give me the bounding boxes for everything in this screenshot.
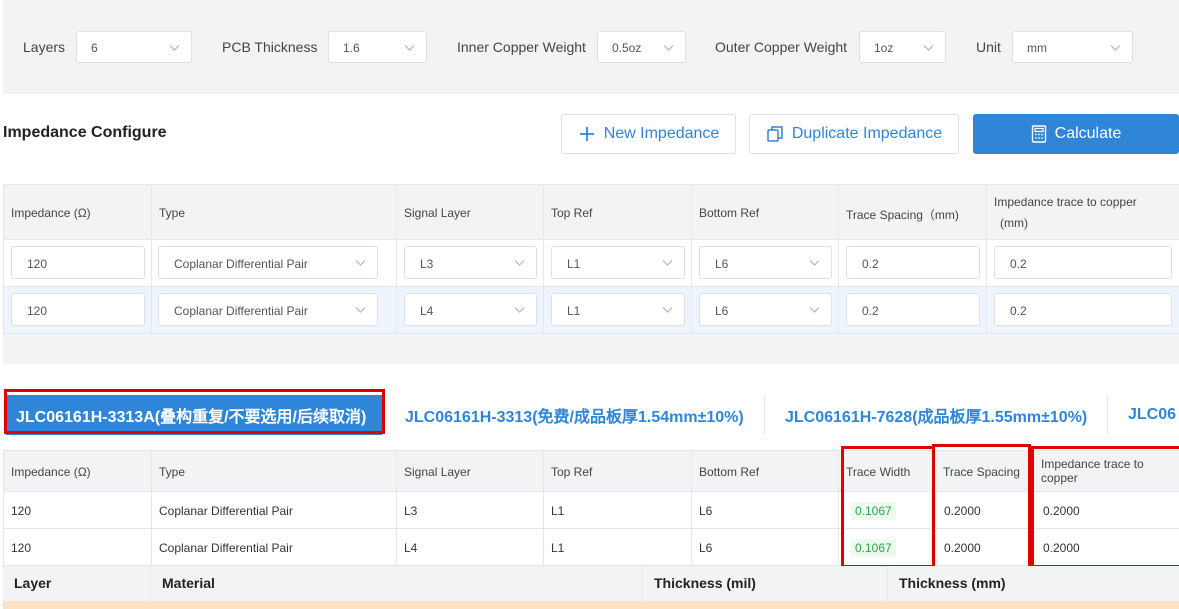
tab-stackup-7628[interactable]: JLC06161H-7628(成品板厚1.55mm±10%) <box>785 395 1103 435</box>
col-type: Type <box>159 465 186 479</box>
chevron-down-icon <box>354 256 367 269</box>
col-material: Material <box>162 575 215 591</box>
impedance-input[interactable]: 120 <box>11 293 145 326</box>
top-ref-select[interactable]: L1 <box>551 246 685 279</box>
board-parameters-bar: Layers 6 PCB Thickness 1.6 Inner Copper … <box>3 0 1179 94</box>
layers-label: Layers <box>23 39 66 55</box>
inner-copper-label: Inner Copper Weight <box>457 39 586 55</box>
calculator-icon <box>1031 125 1047 143</box>
trace-spacing-input[interactable]: 0.2 <box>846 293 980 326</box>
chevron-down-icon <box>662 41 675 54</box>
col-type: Type <box>159 206 186 220</box>
config-row: 120 Coplanar Differential Pair L4 L1 L6 … <box>3 287 1179 334</box>
col-layer: Layer <box>14 575 52 591</box>
section-divider <box>3 334 1179 364</box>
chevron-down-icon <box>403 41 416 54</box>
tab-divider <box>1107 395 1108 435</box>
signal-layer-select[interactable]: L4 <box>404 293 537 326</box>
duplicate-impedance-button[interactable]: Duplicate Impedance <box>749 114 959 154</box>
highlight-box <box>1031 446 1179 568</box>
col-top-ref: Top Ref <box>551 465 593 479</box>
unit-select[interactable]: mm <box>1012 31 1133 63</box>
col-signal-layer: Signal Layer <box>404 206 471 220</box>
impedance-input[interactable]: 120 <box>11 246 145 279</box>
unit-label: Unit <box>976 39 1001 55</box>
tab-divider <box>764 395 765 435</box>
calculate-button[interactable]: Calculate <box>973 114 1179 154</box>
config-table-header: Impedance (Ω) Type Signal Layer Top Ref … <box>3 184 1179 240</box>
col-impedance: Impedance (Ω) <box>11 206 91 220</box>
highlight-box <box>841 446 935 568</box>
type-select[interactable]: Coplanar Differential Pair <box>158 246 378 279</box>
type-select[interactable]: Coplanar Differential Pair <box>158 293 378 326</box>
col-trace-to-copper-unit: (mm) <box>1000 216 1028 230</box>
outer-copper-select[interactable]: 1oz <box>859 31 946 63</box>
bottom-ref-select[interactable]: L6 <box>699 246 832 279</box>
trace-to-copper-input[interactable]: 0.2 <box>994 293 1172 326</box>
col-top-ref: Top Ref <box>551 206 593 220</box>
chevron-down-icon <box>808 303 821 316</box>
chevron-down-icon <box>922 41 935 54</box>
tab-stackup-more[interactable]: JLC06 <box>1128 395 1179 435</box>
layer-row <box>3 601 1179 609</box>
layers-table-header: Layer Material Thickness (mil) Thickness… <box>3 566 1179 601</box>
highlight-box <box>932 444 1031 571</box>
impedance-configure-title: Impedance Configure <box>3 124 167 141</box>
chevron-down-icon <box>1109 41 1122 54</box>
bottom-ref-select[interactable]: L6 <box>699 293 832 326</box>
config-row: 120 Coplanar Differential Pair L3 L1 L6 … <box>3 240 1179 287</box>
chevron-down-icon <box>661 256 674 269</box>
col-bottom-ref: Bottom Ref <box>699 465 760 479</box>
chevron-down-icon <box>808 256 821 269</box>
col-trace-spacing: Trace Spacing（mm) <box>846 208 959 222</box>
col-trace-to-copper: Impedance trace to copper <box>994 195 1137 209</box>
chevron-down-icon <box>661 303 674 316</box>
new-impedance-button[interactable]: New Impedance <box>561 114 736 154</box>
new-impedance-label: New Impedance <box>603 125 720 142</box>
plus-icon <box>578 125 596 143</box>
pcb-thickness-select[interactable]: 1.6 <box>328 31 427 63</box>
layers-select[interactable]: 6 <box>76 31 192 63</box>
col-bottom-ref: Bottom Ref <box>699 206 760 220</box>
signal-layer-select[interactable]: L3 <box>404 246 537 279</box>
calculate-label: Calculate <box>1054 125 1122 142</box>
col-impedance: Impedance (Ω) <box>11 465 91 479</box>
trace-spacing-input[interactable]: 0.2 <box>846 246 980 279</box>
chevron-down-icon <box>513 256 526 269</box>
outer-copper-label: Outer Copper Weight <box>715 39 848 55</box>
col-signal-layer: Signal Layer <box>404 465 471 479</box>
chevron-down-icon <box>168 41 181 54</box>
highlight-box <box>4 389 385 434</box>
chevron-down-icon <box>354 303 367 316</box>
copy-icon <box>766 125 784 143</box>
tab-stackup-3313[interactable]: JLC06161H-3313(免费/成品板厚1.54mm±10%) <box>405 395 761 435</box>
trace-to-copper-input[interactable]: 0.2 <box>994 246 1172 279</box>
top-ref-select[interactable]: L1 <box>551 293 685 326</box>
col-thickness-mm: Thickness (mm) <box>899 575 1006 591</box>
duplicate-impedance-label: Duplicate Impedance <box>791 125 943 142</box>
col-thickness-mil: Thickness (mil) <box>654 575 756 591</box>
inner-copper-select[interactable]: 0.5oz <box>597 31 686 63</box>
chevron-down-icon <box>513 303 526 316</box>
pcb-thickness-label: PCB Thickness <box>222 39 318 55</box>
